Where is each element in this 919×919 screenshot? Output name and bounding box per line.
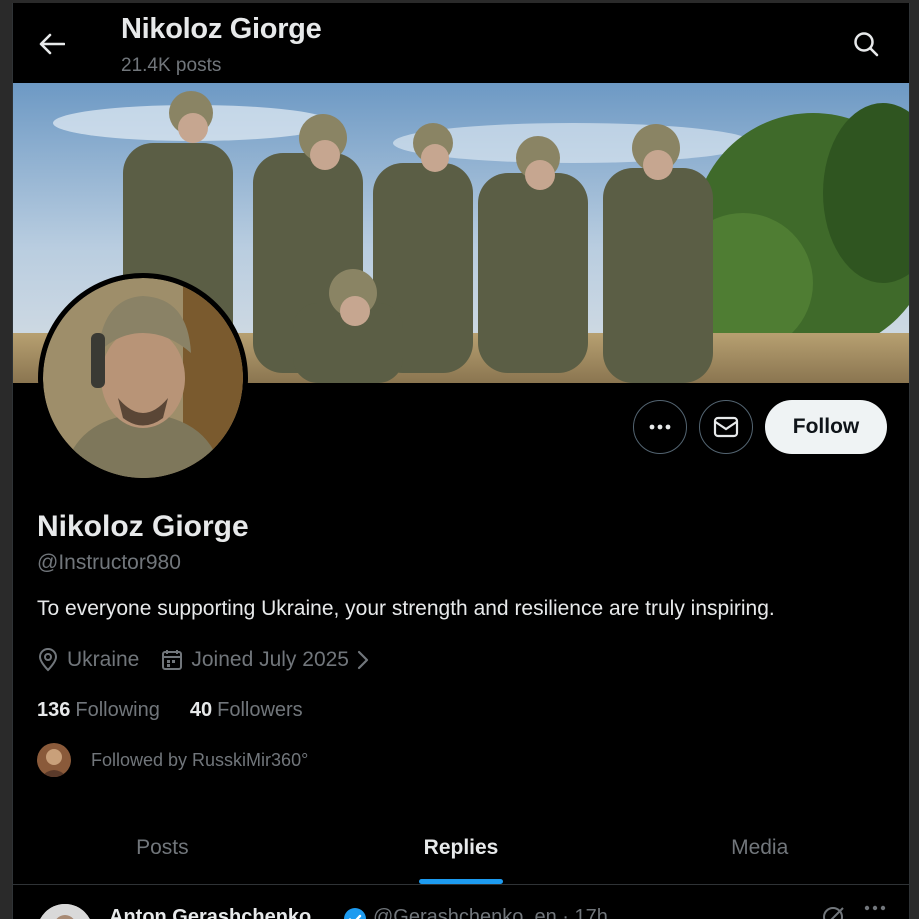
profile-avatar[interactable]	[38, 273, 248, 483]
bio: To everyone supporting Ukraine, your str…	[37, 597, 775, 620]
message-button[interactable]	[699, 400, 753, 454]
following-label: Following	[75, 699, 160, 721]
post-meta: @Gerashchenko_en · 17h	[373, 906, 608, 919]
tab-media-label: Media	[731, 835, 789, 859]
more-button[interactable]	[633, 400, 687, 454]
avatar-image	[43, 278, 243, 478]
followers-label: Followers	[217, 699, 303, 721]
profile-page: Nikoloz Giorge 21.4K posts Follow Nikolo…	[12, 3, 910, 919]
header-title: Nikoloz Giorge	[121, 13, 322, 45]
verified-badge-icon	[344, 908, 366, 919]
tab-media[interactable]: Media	[610, 811, 909, 884]
search-icon	[854, 32, 879, 57]
post-author-name[interactable]: Anton Gerashchenko	[109, 906, 311, 919]
location: Ukraine	[37, 648, 139, 672]
tab-posts[interactable]: Posts	[13, 811, 312, 884]
followers-link[interactable]: 40 Followers	[190, 699, 303, 722]
posts-count: 21.4K posts	[121, 55, 222, 76]
joined-text: Joined July 2025	[191, 648, 349, 671]
tab-replies[interactable]: Replies	[312, 811, 611, 884]
active-tab-indicator	[419, 879, 503, 884]
joined-date[interactable]: Joined July 2025	[161, 648, 369, 672]
location-text: Ukraine	[67, 648, 140, 671]
calendar-icon	[162, 650, 183, 670]
back-button[interactable]	[35, 27, 69, 61]
post-preview[interactable]: Anton Gerashchenko @Gerashchenko_en · 17…	[13, 886, 909, 919]
following-link[interactable]: 136 Following	[37, 699, 160, 722]
follow-stats: 136 Following 40 Followers	[37, 699, 333, 722]
top-bar: Nikoloz Giorge 21.4K posts	[13, 3, 909, 83]
following-count: 136	[37, 699, 71, 721]
profile-meta: Ukraine Joined July 2025	[37, 645, 391, 675]
followers-count: 40	[189, 699, 213, 721]
chevron-right-icon	[357, 650, 369, 670]
grok-icon[interactable]	[821, 904, 847, 919]
follower-avatar	[37, 743, 71, 777]
followed-by[interactable]: Followed by RusskiMir360°	[37, 743, 308, 777]
search-button[interactable]	[849, 27, 883, 61]
location-pin-icon	[38, 648, 58, 672]
tab-replies-label: Replies	[423, 835, 499, 859]
follow-button[interactable]: Follow	[765, 400, 887, 454]
followed-by-text: Followed by RusskiMir360°	[91, 749, 309, 770]
profile-tabs: Posts Replies Media	[13, 811, 909, 885]
post-author-avatar[interactable]	[37, 904, 93, 919]
tab-posts-label: Posts	[136, 835, 189, 859]
more-options-icon[interactable]	[863, 904, 887, 912]
arrow-left-icon	[39, 33, 65, 55]
more-icon	[649, 424, 671, 430]
user-handle: @Instructor980	[37, 551, 181, 574]
display-name: Nikoloz Giorge	[37, 510, 249, 543]
envelope-icon	[713, 416, 739, 438]
